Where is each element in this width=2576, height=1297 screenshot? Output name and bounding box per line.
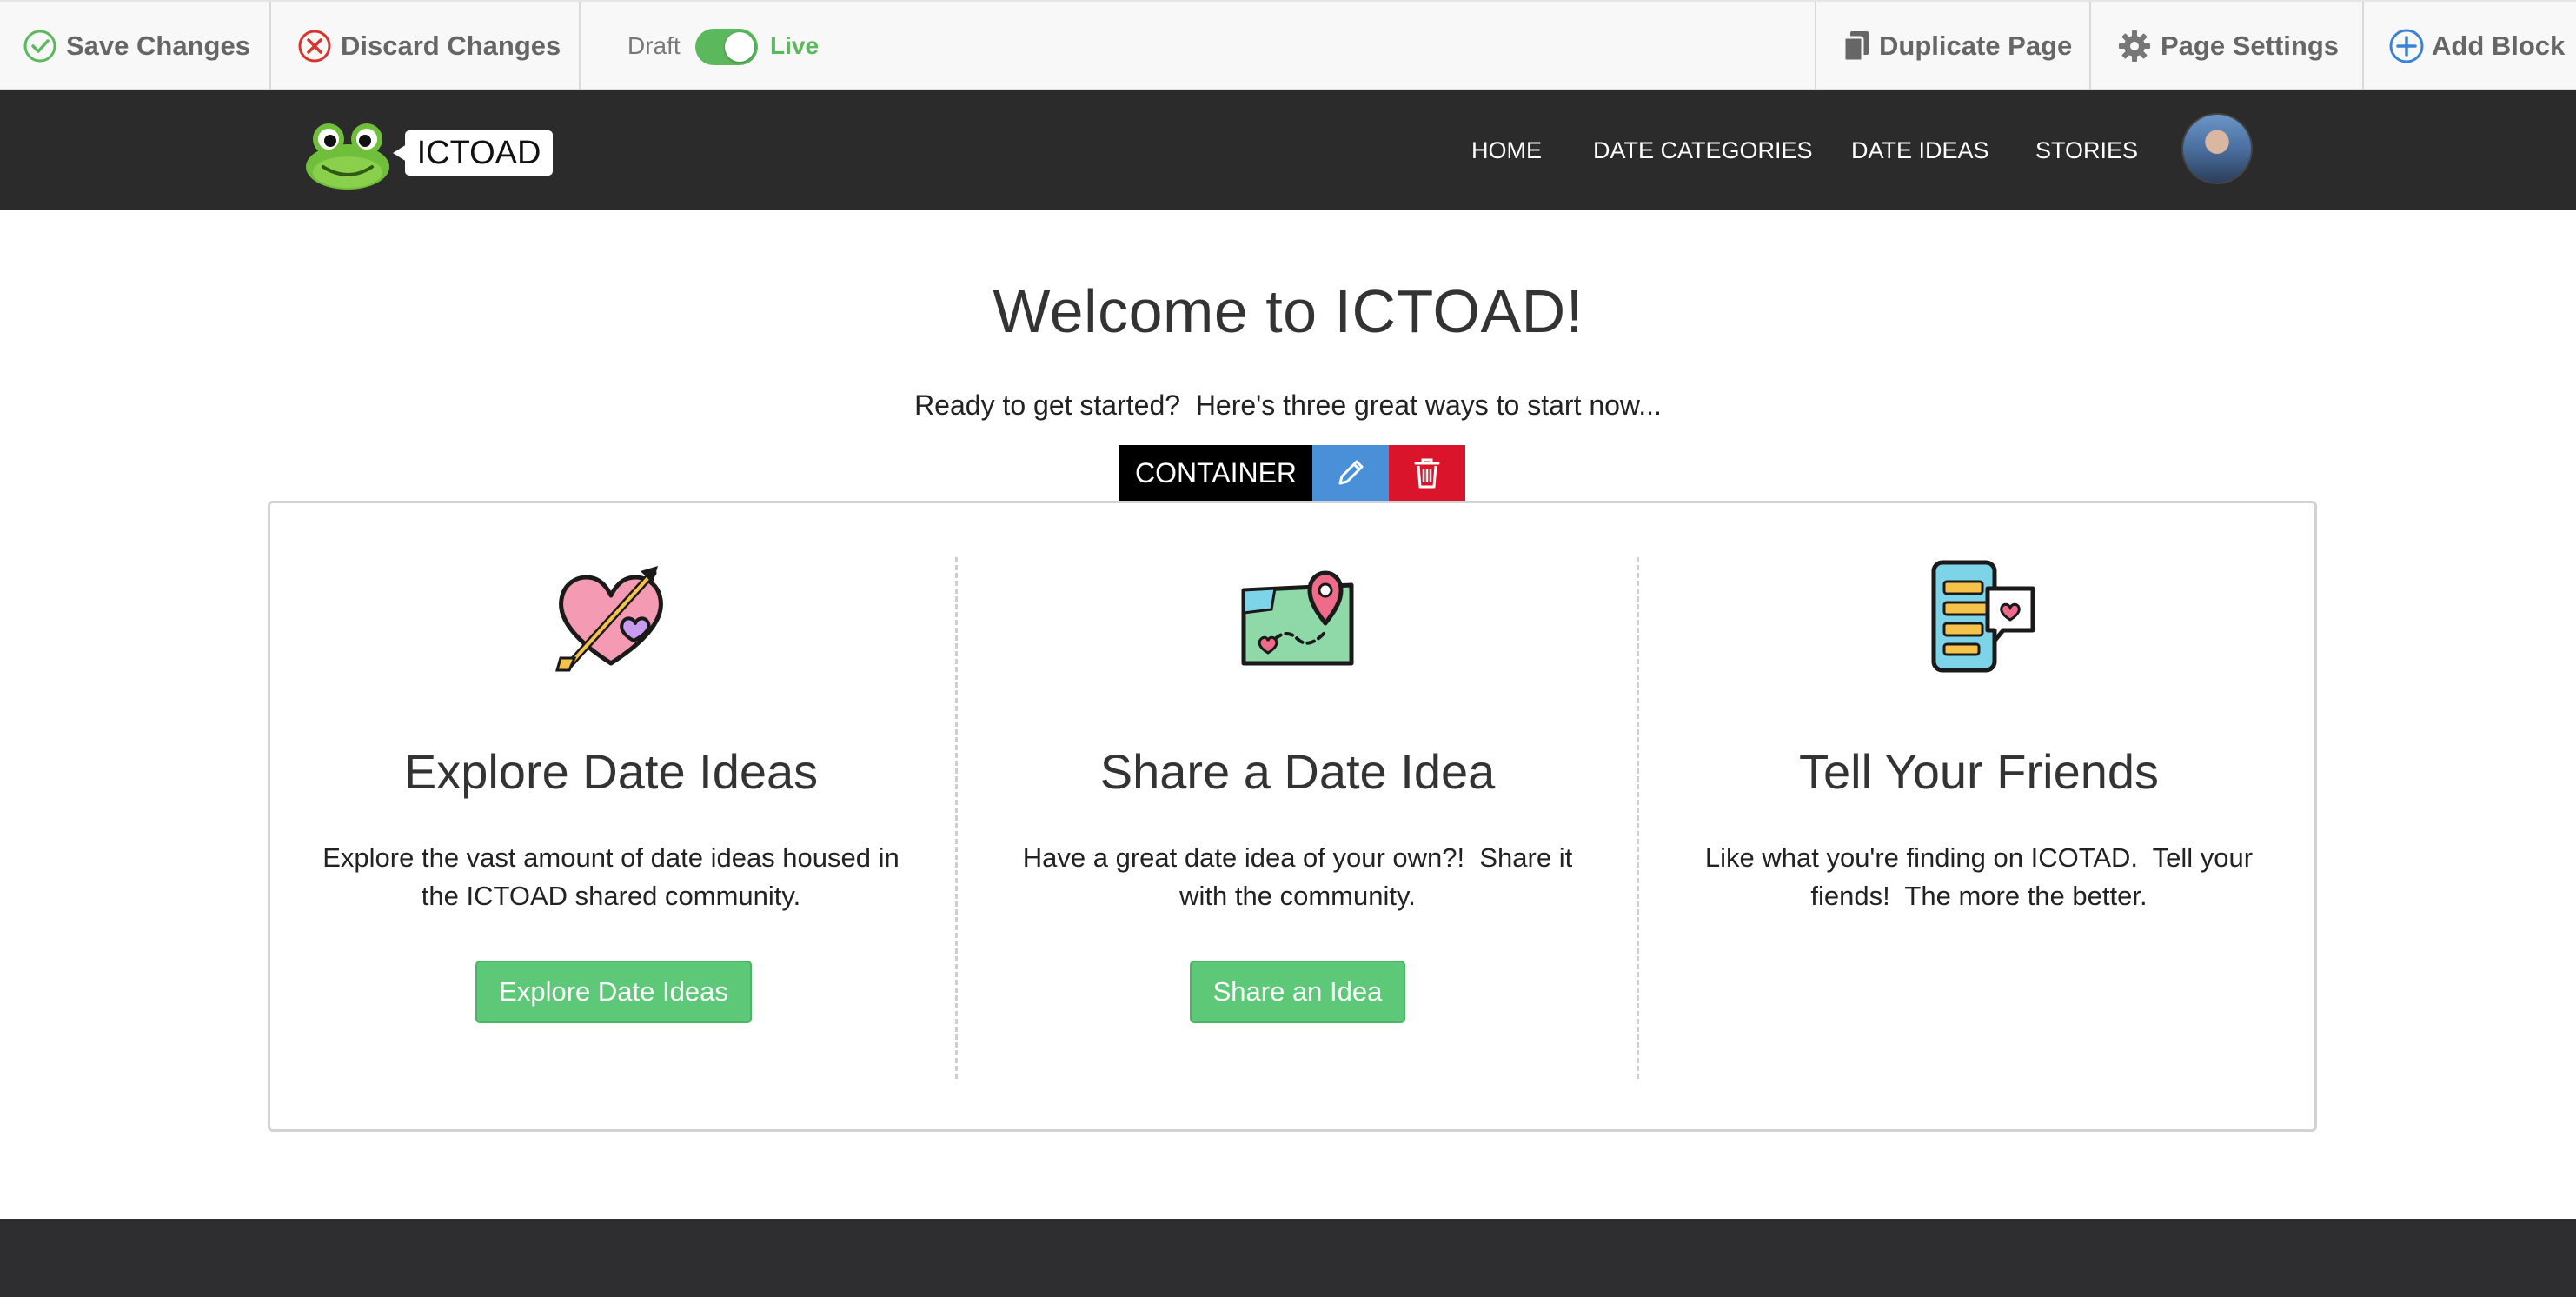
logo-text: ICTOAD [393, 130, 553, 176]
page-settings-button[interactable]: Page Settings [2117, 2, 2339, 90]
page-settings-label: Page Settings [2161, 30, 2339, 61]
toolbar-divider [269, 2, 271, 90]
toolbar-divider [1815, 2, 1816, 90]
phone-chat-icon [1931, 560, 2035, 673]
column-tell-friends: Tell Your Friends Like what you're findi… [1638, 503, 2320, 1129]
pencil-icon [1338, 460, 1364, 485]
column-title: Tell Your Friends [1798, 744, 2159, 799]
nav-home[interactable]: HOME [1471, 90, 1542, 210]
user-avatar[interactable] [2181, 113, 2253, 184]
draft-live-toggle[interactable] [695, 29, 758, 65]
add-block-button[interactable]: Add Block [2388, 2, 2565, 90]
column-description: Explore the vast amount of date ideas ho… [322, 842, 907, 911]
explore-date-ideas-button[interactable]: Explore Date Ideas [475, 961, 752, 1023]
site-logo[interactable]: ICTOAD [302, 118, 554, 191]
toggle-knob [725, 32, 754, 62]
edit-container-button[interactable] [1312, 445, 1389, 501]
share-an-idea-button[interactable]: Share an Idea [1190, 961, 1405, 1023]
column-title: Explore Date Ideas [403, 744, 819, 799]
nav-stories[interactable]: STORIES [2035, 90, 2138, 210]
three-column-container: Explore Date Ideas Explore the vast amou… [268, 501, 2317, 1132]
nav-date-categories[interactable]: DATE CATEGORIES [1593, 90, 1813, 210]
container-block-toolbar: CONTAINER [1119, 445, 1465, 501]
toolbar-divider [2089, 2, 2091, 90]
page-title: Welcome to ICTOAD! [993, 277, 1583, 345]
page-subtitle: Ready to get started? Here's three great… [914, 389, 1662, 421]
save-changes-button[interactable]: Save Changes [23, 2, 250, 90]
column-title: Share a Date Idea [1099, 744, 1496, 799]
site-footer [0, 1219, 2576, 1297]
trash-icon [1414, 458, 1440, 489]
column-explore: Explore Date Ideas Explore the vast amou… [270, 503, 952, 1129]
column-share: Share a Date Idea Have a great date idea… [957, 503, 1638, 1129]
toolbar-divider [579, 2, 581, 90]
live-label: Live [770, 32, 820, 59]
discard-changes-button[interactable]: Discard Changes [297, 2, 561, 90]
heart-arrow-icon [555, 566, 663, 672]
map-pin-icon [1241, 570, 1354, 666]
copy-icon [1842, 31, 1869, 63]
column-description: Have a great date idea of your own?! Sha… [1022, 842, 1580, 911]
delete-container-button[interactable] [1389, 445, 1465, 501]
gear-icon [2119, 30, 2150, 62]
check-circle-icon [23, 30, 56, 63]
toolbar-divider [2362, 2, 2364, 90]
duplicate-page-button[interactable]: Duplicate Page [1842, 2, 2072, 90]
plus-circle-icon [2389, 29, 2424, 63]
editor-toolbar: Save Changes Discard Changes Draft Live … [0, 0, 2576, 90]
save-changes-label: Save Changes [66, 30, 250, 61]
nav-date-ideas[interactable]: DATE IDEAS [1851, 90, 1989, 210]
duplicate-page-label: Duplicate Page [1879, 30, 2073, 61]
container-label: CONTAINER [1119, 445, 1312, 501]
draft-label: Draft [627, 32, 681, 59]
x-circle-icon [298, 30, 331, 63]
column-description: Like what you're finding on ICOTAD. Tell… [1704, 842, 2261, 911]
frog-icon [306, 123, 389, 190]
add-block-label: Add Block [2432, 30, 2566, 61]
site-navbar: ICTOAD HOME DATE CATEGORIES DATE IDEAS S… [0, 90, 2576, 210]
discard-changes-label: Discard Changes [341, 30, 561, 61]
